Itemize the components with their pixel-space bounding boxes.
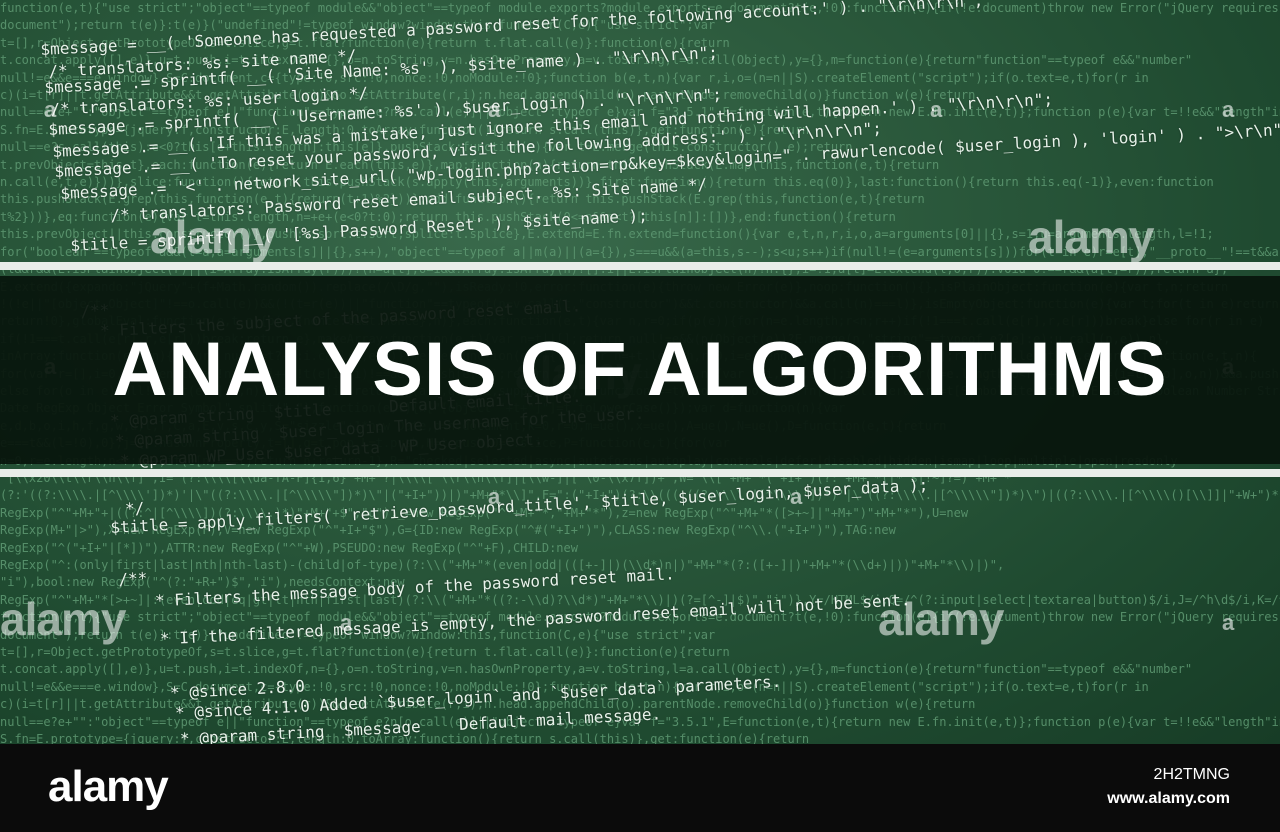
- banner-title: ANALYSIS OF ALGORITHMS: [112, 327, 1168, 412]
- banner-bottom-rule: [0, 469, 1280, 477]
- banner-top-rule: [0, 262, 1280, 270]
- stock-footer: alamy 2H2TMNG www.alamy.com: [0, 744, 1280, 832]
- watermark-mark: a: [1222, 610, 1235, 635]
- watermark-logo: alamy: [150, 211, 276, 263]
- watermark-mark: a: [44, 97, 57, 122]
- watermark-mark: a: [488, 484, 501, 509]
- foreground-code-line: $title = apply_filters( 'retrieve_passwo…: [110, 475, 929, 537]
- title-banner: ANALYSIS OF ALGORITHMS: [0, 262, 1280, 482]
- footer-logo: alamy: [48, 762, 169, 811]
- watermark-logo: alamy: [878, 593, 1004, 645]
- image-id: 2H2TMNG: [1153, 766, 1230, 783]
- watermark-mark: a: [790, 484, 803, 509]
- watermark-mark: a: [930, 97, 943, 122]
- watermark-logo: alamy: [1028, 211, 1154, 263]
- watermark-logo: alamy: [0, 593, 126, 645]
- watermark-mark: a: [488, 97, 501, 122]
- foreground-code-line: $message = __( 'Someone has requested a …: [40, 0, 984, 59]
- foreground-code-line: /**: [118, 568, 148, 589]
- site-url: www.alamy.com: [1107, 790, 1230, 807]
- watermark-mark: a: [340, 610, 353, 635]
- watermark-mark: a: [1222, 97, 1235, 122]
- foreground-code-line: * Filters the message body of the passwo…: [145, 564, 676, 611]
- background-photo: function(e,t){"use strict";"object"==typ…: [0, 0, 1280, 744]
